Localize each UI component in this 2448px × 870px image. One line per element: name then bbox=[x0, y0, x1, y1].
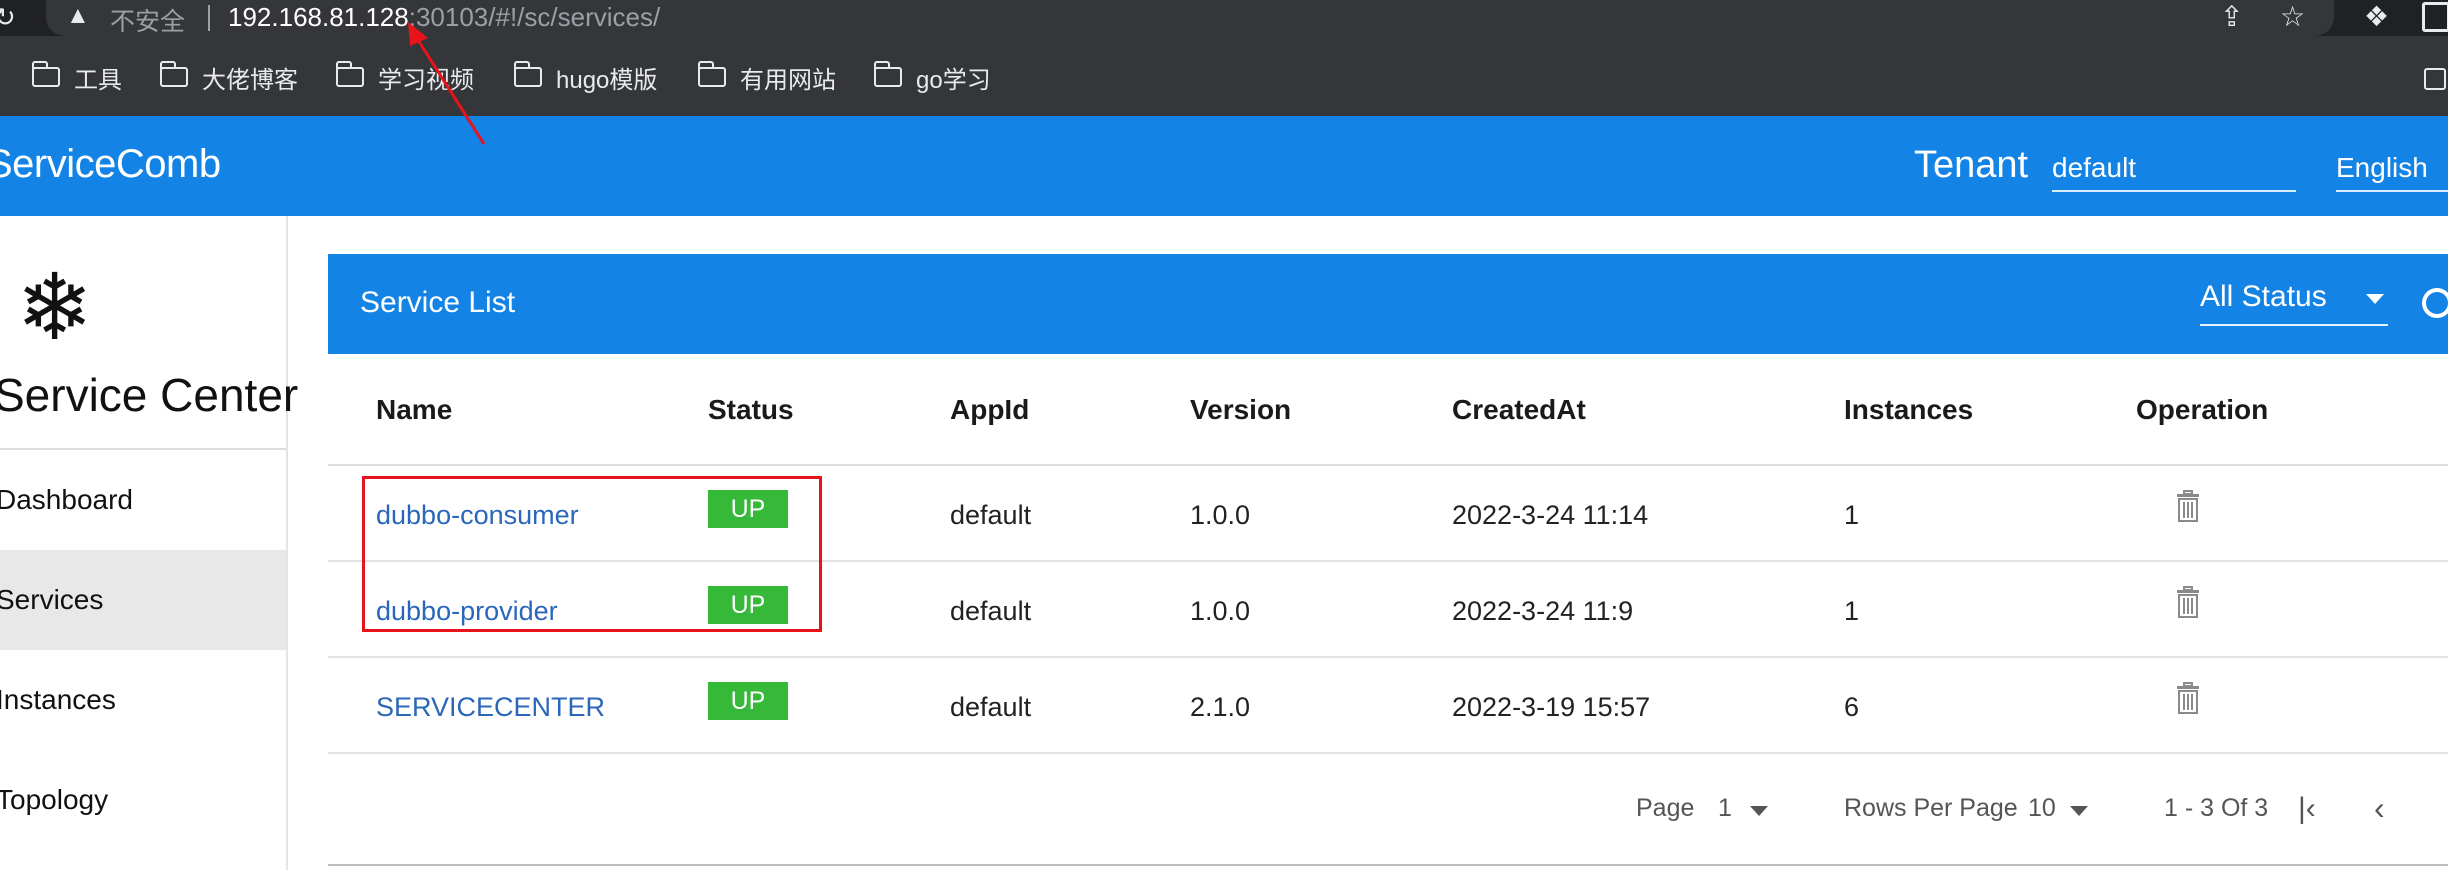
sidebar-item-label: Services bbox=[0, 584, 104, 615]
instances-cell: 1 bbox=[1844, 500, 1860, 530]
snowflake-icon: ❄ bbox=[16, 257, 94, 359]
rows-per-page-value[interactable]: 10 bbox=[2028, 794, 2056, 823]
folder-icon bbox=[697, 61, 726, 87]
sidebar-title: Service Center bbox=[0, 369, 299, 421]
folder-icon bbox=[335, 61, 364, 87]
reload-icon[interactable]: ↻ bbox=[0, 2, 16, 33]
chevron-down-icon bbox=[2366, 294, 2384, 304]
share-icon[interactable]: ⇪ bbox=[2220, 0, 2243, 33]
bookmark-label: 大佬博客 bbox=[202, 66, 298, 94]
bookmark-label: 有用网站 bbox=[740, 66, 836, 94]
bookmark-label: 工具 bbox=[74, 66, 122, 94]
version-cell: 1.0.0 bbox=[1190, 500, 1251, 530]
pagination-bar: Page 1 Rows Per Page 10 1 - 3 Of 3 |‹ ‹ bbox=[328, 756, 2448, 866]
sidebar-item-services[interactable]: Services bbox=[0, 550, 286, 650]
folder-icon bbox=[159, 61, 188, 87]
star-icon[interactable]: ☆ bbox=[2280, 0, 2305, 33]
appid-cell: default bbox=[950, 692, 1032, 722]
url-text[interactable]: 192.168.81.128:30103/#!/sc/services/ bbox=[228, 2, 660, 33]
folder-icon bbox=[513, 61, 542, 87]
sidebar-item-dashboard[interactable]: Dashboard bbox=[0, 450, 286, 550]
tenant-label: Tenant bbox=[1914, 144, 2029, 186]
bookmark-item[interactable]: go学习 bbox=[873, 61, 991, 94]
appid-cell: default bbox=[950, 500, 1032, 530]
column-header[interactable]: CreatedAt bbox=[1452, 394, 1586, 426]
warning-icon[interactable]: ▲ bbox=[66, 2, 90, 30]
bookmark-item[interactable]: 学习视频 bbox=[335, 61, 474, 94]
table-row: SERVICECENTER UP default 2.1.0 2022-3-19… bbox=[328, 658, 2448, 754]
instances-cell: 6 bbox=[1844, 692, 1860, 722]
column-header[interactable]: Status bbox=[708, 394, 794, 426]
service-list-title: Service List bbox=[360, 286, 516, 319]
search-icon[interactable] bbox=[2422, 288, 2448, 318]
service-name-link[interactable]: SERVICECENTER bbox=[376, 692, 605, 723]
sidebar-item-label: Dashboard bbox=[0, 484, 133, 515]
column-header: Operation bbox=[2136, 394, 2269, 425]
version-cell: 1.0.0 bbox=[1190, 596, 1251, 626]
insecure-label[interactable]: 不安全 bbox=[110, 2, 185, 38]
folder-icon bbox=[873, 61, 902, 87]
chevron-down-icon[interactable] bbox=[2070, 806, 2088, 816]
appid-cell: default bbox=[950, 596, 1032, 626]
bookmark-label: 学习视频 bbox=[378, 66, 474, 94]
annotation-highlight-box bbox=[362, 476, 822, 632]
status-filter-value: All Status bbox=[2200, 280, 2327, 313]
folder-icon bbox=[31, 61, 60, 87]
created-cell: 2022-3-24 11:14 bbox=[1452, 500, 1649, 530]
reading-list-icon[interactable] bbox=[2424, 68, 2446, 90]
bookmark-label: go学习 bbox=[916, 66, 991, 94]
browser-toolbar: ↻ ▲ 不安全 192.168.81.128:30103/#!/sc/servi… bbox=[0, 0, 2448, 36]
chevron-down-icon[interactable] bbox=[1750, 806, 1768, 816]
window-icon[interactable] bbox=[2422, 2, 2448, 32]
sidebar-item-label: Instances bbox=[0, 684, 116, 715]
column-header[interactable]: Name bbox=[376, 394, 452, 426]
service-list-header: Service List All Status bbox=[328, 254, 2448, 354]
sidebar-item-topology[interactable]: Topology bbox=[0, 750, 286, 850]
first-page-icon[interactable]: |‹ bbox=[2298, 792, 2316, 826]
trash-icon[interactable] bbox=[2176, 586, 2200, 618]
column-header[interactable]: Version bbox=[1190, 394, 1291, 426]
rows-per-page-label: Rows Per Page bbox=[1844, 794, 2018, 822]
sidebar-item-label: Topology bbox=[0, 784, 109, 815]
status-filter-select[interactable]: All Status bbox=[2200, 280, 2388, 326]
trash-icon[interactable] bbox=[2176, 490, 2200, 522]
column-header[interactable]: AppId bbox=[950, 394, 1029, 426]
instances-cell: 1 bbox=[1844, 596, 1860, 626]
language-select[interactable]: English bbox=[2336, 148, 2448, 192]
page-label: Page bbox=[1636, 794, 1695, 822]
url-separator bbox=[208, 5, 210, 31]
bookmark-label: hugo模版 bbox=[556, 66, 658, 94]
bookmark-item[interactable]: hugo模版 bbox=[513, 61, 658, 94]
column-header[interactable]: Instances bbox=[1844, 394, 1973, 426]
url-host: 192.168.81.128 bbox=[228, 2, 409, 32]
table-header: Name Status AppId Version CreatedAt Inst… bbox=[328, 354, 2448, 466]
brand-logo[interactable]: ServiceComb bbox=[0, 142, 221, 187]
extension-icon[interactable]: ❖ bbox=[2364, 0, 2389, 33]
created-cell: 2022-3-19 15:57 bbox=[1452, 692, 1651, 722]
bookmark-item[interactable]: 工具 bbox=[31, 61, 122, 94]
bookmarks-bar: 工具 大佬博客 学习视频 hugo模版 有用网站 go学习 bbox=[0, 36, 2448, 116]
app-header: ServiceComb Tenant default English bbox=[0, 116, 2448, 216]
page-select-value[interactable]: 1 bbox=[1718, 794, 1732, 823]
url-path: :30103/#!/sc/services/ bbox=[408, 2, 661, 32]
sidebar-item-instances[interactable]: Instances bbox=[0, 650, 286, 750]
version-cell: 2.1.0 bbox=[1190, 692, 1251, 722]
status-badge: UP bbox=[708, 682, 788, 720]
bookmark-item[interactable]: 有用网站 bbox=[697, 61, 836, 94]
created-cell: 2022-3-24 11:9 bbox=[1452, 596, 1634, 626]
trash-icon[interactable] bbox=[2176, 682, 2200, 714]
tenant-input[interactable]: default bbox=[2052, 148, 2296, 192]
prev-page-icon[interactable]: ‹ bbox=[2374, 790, 2385, 827]
sidebar: ❄ Service Center Dashboard Services Inst… bbox=[0, 216, 298, 870]
page-range: 1 - 3 Of 3 bbox=[2164, 794, 2269, 822]
bookmark-item[interactable]: 大佬博客 bbox=[159, 61, 298, 94]
